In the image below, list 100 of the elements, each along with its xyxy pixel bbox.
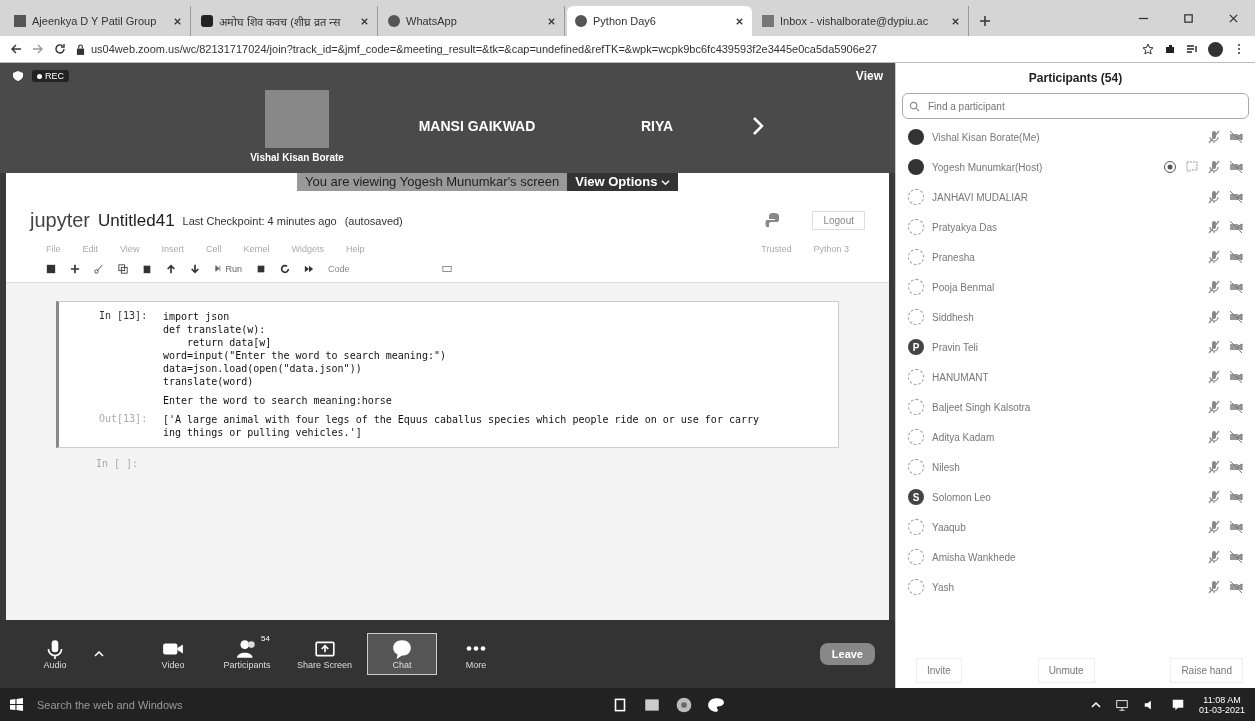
checkpoint-text: Last Checkpoint: 4 minutes ago [182,214,337,227]
new-tab-icon[interactable] [979,15,991,27]
participant-row[interactable]: Pranesha [896,242,1255,272]
maximize-icon[interactable] [1183,13,1194,24]
close-icon[interactable] [1228,13,1239,24]
participant-row[interactable]: Vishal Kisan Borate(Me) [896,122,1255,152]
trusted-indicator: Trusted [761,244,792,254]
participant-row[interactable]: JANHAVI MUDALIAR [896,182,1255,212]
toolbar-button[interactable]: Chat [367,633,438,675]
toolbar-button[interactable]: Video [138,633,208,675]
participant-row[interactable]: Aditya Kadam [896,422,1255,452]
close-icon[interactable] [951,16,960,26]
close-icon[interactable] [547,16,556,26]
participant-row[interactable]: Amisha Wankhede [896,542,1255,572]
muted-mic-icon [1207,190,1221,204]
toolbar-button[interactable]: More [441,633,512,675]
participant-row[interactable]: Siddhesh [896,302,1255,332]
paint-app-icon[interactable] [707,695,725,714]
video-icon [201,15,213,27]
menu-item[interactable]: Cell [205,244,222,254]
muted-mic-icon [1207,340,1221,354]
taskbar-search-field[interactable]: Search the web and Windows [37,698,597,711]
toolbar-button[interactable]: 54 Participants [212,633,282,675]
run-button[interactable]: Run [214,264,242,274]
address-bar[interactable]: us04web.zoom.us/wc/82131717024/join?track_id=&jmf_code=&meeting_result=&tk=&cap=undefined&refTK=&wpk=wcpk9bc6fc439593f2e3445e0ca5da5906e27 [76,43,1154,55]
menu-item[interactable]: Widgets [291,244,324,254]
tab-title: WhatsApp [406,15,458,27]
search-field[interactable]: Find a participant [902,93,1249,119]
arrow-down-icon[interactable] [190,264,200,274]
playlist-icon[interactable] [1186,43,1198,55]
chat-bubble-icon [1185,160,1199,174]
leave-button[interactable]: Leave [819,643,875,665]
menu-item[interactable]: Kernel [243,244,270,254]
close-icon[interactable] [360,16,369,26]
participant-count: 54 [261,634,270,643]
view-button[interactable]: View [855,69,883,83]
url-text: us04web.zoom.us/wc/82131717024/join?track_id=&jmf_code=&meeting_result=&tk=&cap=undefined&refTK=&wpk=wcpk9bc6fc439593f2e3445e0ca5da5906e27 [91,43,879,55]
keyboard-icon[interactable] [442,264,452,274]
cut-icon[interactable] [94,264,104,274]
shield-icon[interactable] [12,70,24,82]
toolbar-button[interactable]: Share Screen [286,633,364,675]
participant-row[interactable]: Pooja Benmal [896,272,1255,302]
caret-icon[interactable] [94,651,104,657]
fast-forward-icon[interactable] [304,264,314,274]
windows-start-icon[interactable] [10,698,23,711]
chevron-right-icon[interactable] [752,116,764,136]
logout-button[interactable]: Logout [812,211,865,230]
menu-item[interactable]: Help [345,244,365,254]
participant-row[interactable]: Baljeet Singh Kalsotra [896,392,1255,422]
people-icon [236,638,258,660]
clock-date: 01-03-2021 [1198,704,1245,715]
participant-row[interactable]: Pratyakya Das [896,212,1255,242]
browser-app-icon[interactable] [675,695,693,714]
network-icon[interactable] [1114,697,1129,712]
view-options-button[interactable]: View Options [567,173,678,191]
menu-item[interactable]: View [120,244,140,254]
close-icon[interactable] [735,16,744,26]
reload-icon[interactable] [54,43,66,55]
participant-row[interactable]: Yaaqub [896,512,1255,542]
video-off-icon [1229,310,1243,324]
cell-type-dropdown[interactable]: Code [328,264,428,274]
video-off-icon [1229,580,1243,594]
participant-row[interactable]: P Pravin Teli [896,332,1255,362]
menu-item[interactable]: Insert [161,244,184,254]
input-prompt: In [ ]: [96,458,140,469]
notebook-title[interactable]: Untitled41 [98,210,175,231]
participant-row[interactable]: S Solomon Leo [896,482,1255,512]
participant-name: Yogesh Munumkar(Host) [932,161,1044,173]
browser-tab[interactable]: Python Day6 [567,6,752,36]
participant-row[interactable]: HANUMANT [896,362,1255,392]
copy-icon[interactable] [118,264,128,274]
chevron-up-icon[interactable] [1090,701,1101,708]
close-icon[interactable] [173,16,182,26]
forward-arrow-icon[interactable] [32,43,44,55]
video-off-icon [1229,250,1243,264]
panel-button[interactable]: Unmute [1037,657,1095,683]
code-cell[interactable] [56,301,839,448]
save-icon[interactable] [46,264,56,274]
restart-icon[interactable] [280,264,290,274]
plus-icon[interactable] [70,264,80,274]
muted-mic-icon [1207,550,1221,564]
menu-item[interactable]: Edit [82,244,99,254]
arrow-up-icon[interactable] [166,264,176,274]
back-arrow-icon[interactable] [10,43,22,55]
notification-icon[interactable] [1170,697,1185,712]
participant-row[interactable]: Nilesh [896,452,1255,482]
recording-indicator: REC [32,70,69,82]
participant-row[interactable]: Yogesh Munumkar(Host) [896,152,1255,182]
panel-button[interactable]: Raise hand [1170,657,1243,683]
panel-button[interactable]: Invite [916,657,962,683]
toolbar-button[interactable]: Audio [20,633,90,675]
video-off-icon [1229,280,1243,294]
tab-title: Ajeenkya D Y Patil Group [32,15,158,27]
profile-avatar[interactable] [1208,41,1223,57]
menu-item[interactable]: File [46,244,61,254]
search-input[interactable]: Find a participant [926,99,1242,113]
participant-row[interactable]: Yash [896,572,1255,602]
stop-icon[interactable] [256,264,266,274]
star-icon[interactable] [1142,43,1154,55]
jupyter-logo: jupyter [30,209,91,232]
